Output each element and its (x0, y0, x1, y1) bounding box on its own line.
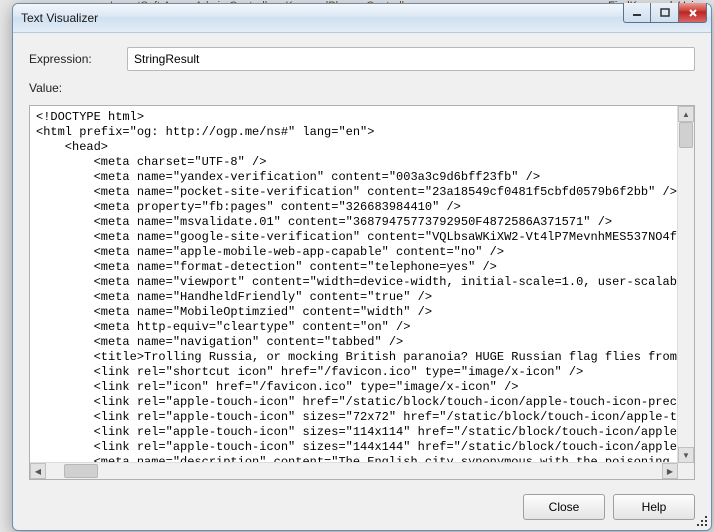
vscroll-thumb[interactable] (679, 122, 693, 148)
help-button[interactable]: Help (613, 494, 695, 520)
dialog-client-area: Expression: StringResult Value: <!DOCTYP… (13, 33, 711, 530)
vscroll-track[interactable] (679, 122, 693, 447)
text-visualizer-dialog: Text Visualizer Expression: StringResult… (12, 3, 712, 531)
hscroll-thumb[interactable] (64, 464, 98, 478)
titlebar[interactable]: Text Visualizer (13, 4, 711, 33)
close-button[interactable]: Close (523, 494, 605, 520)
value-text[interactable]: <!DOCTYPE html> <html prefix="og: http:/… (30, 106, 678, 463)
maximize-icon (660, 8, 670, 18)
scroll-right-arrow-icon[interactable]: ▶ (662, 463, 678, 479)
expression-label: Expression: (29, 52, 113, 66)
horizontal-scrollbar[interactable]: ◀ ▶ (30, 462, 678, 479)
value-box: <!DOCTYPE html> <html prefix="og: http:/… (29, 105, 695, 480)
scroll-up-arrow-icon[interactable]: ▲ (678, 106, 694, 122)
value-label: Value: (29, 81, 695, 95)
scroll-down-arrow-icon[interactable]: ▼ (678, 447, 694, 463)
dialog-buttons: Close Help (29, 490, 695, 520)
window-controls (623, 3, 707, 23)
minimize-icon (632, 9, 642, 17)
resize-grip-icon[interactable] (695, 514, 709, 528)
hscroll-track[interactable] (46, 464, 662, 478)
close-icon (688, 8, 698, 18)
expression-row: Expression: StringResult (29, 47, 695, 71)
dialog-title: Text Visualizer (21, 11, 98, 25)
close-window-button[interactable] (679, 3, 707, 23)
expression-value: StringResult (134, 52, 199, 66)
expression-input[interactable]: StringResult (127, 47, 695, 71)
scroll-corner (678, 463, 694, 479)
minimize-button[interactable] (623, 3, 651, 23)
maximize-button[interactable] (651, 3, 679, 23)
vertical-scrollbar[interactable]: ▲ ▼ (677, 106, 694, 463)
scroll-left-arrow-icon[interactable]: ◀ (30, 463, 46, 479)
